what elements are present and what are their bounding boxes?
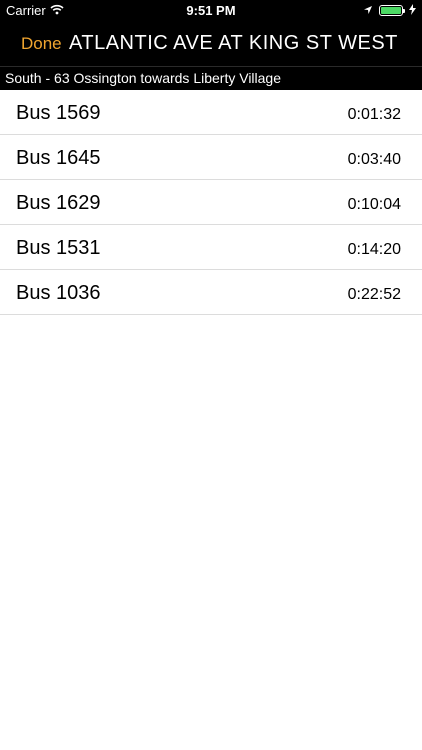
bus-number: Bus 1645 — [16, 147, 101, 169]
bus-number: Bus 1569 — [16, 102, 101, 124]
arrival-row[interactable]: Bus 1569 0:01:32 — [0, 90, 422, 135]
done-button[interactable]: Done — [21, 34, 62, 54]
arrival-time: 0:14:20 — [347, 241, 401, 258]
battery-level — [381, 7, 401, 14]
status-time: 9:51 PM — [186, 3, 236, 18]
arrival-time: 0:22:52 — [347, 286, 401, 303]
bus-number: Bus 1629 — [16, 192, 101, 214]
status-right — [363, 3, 416, 18]
charging-bolt-icon — [409, 3, 416, 18]
location-arrow-icon — [363, 3, 373, 18]
arrival-row[interactable]: Bus 1036 0:22:52 — [0, 270, 422, 315]
status-bar: Carrier 9:51 PM — [0, 0, 422, 22]
arrival-time: 0:01:32 — [347, 106, 401, 123]
bus-number: Bus 1036 — [16, 282, 101, 304]
arrivals-list: Bus 1569 0:01:32 Bus 1645 0:03:40 Bus 16… — [0, 90, 422, 315]
battery-cap — [403, 9, 405, 13]
bus-number: Bus 1531 — [16, 237, 101, 259]
arrival-time: 0:10:04 — [347, 196, 401, 213]
route-header: South - 63 Ossington towards Liberty Vil… — [0, 66, 422, 90]
battery-icon — [379, 5, 405, 16]
arrival-row[interactable]: Bus 1629 0:10:04 — [0, 180, 422, 225]
nav-bar: Done ATLANTIC AVE AT KING ST WEST — [0, 22, 422, 66]
route-direction-label: South - 63 Ossington towards Liberty Vil… — [5, 70, 282, 86]
arrival-row[interactable]: Bus 1645 0:03:40 — [0, 135, 422, 180]
arrival-time: 0:03:40 — [347, 151, 401, 168]
arrival-row[interactable]: Bus 1531 0:14:20 — [0, 225, 422, 270]
stop-title: ATLANTIC AVE AT KING ST WEST — [69, 32, 398, 54]
